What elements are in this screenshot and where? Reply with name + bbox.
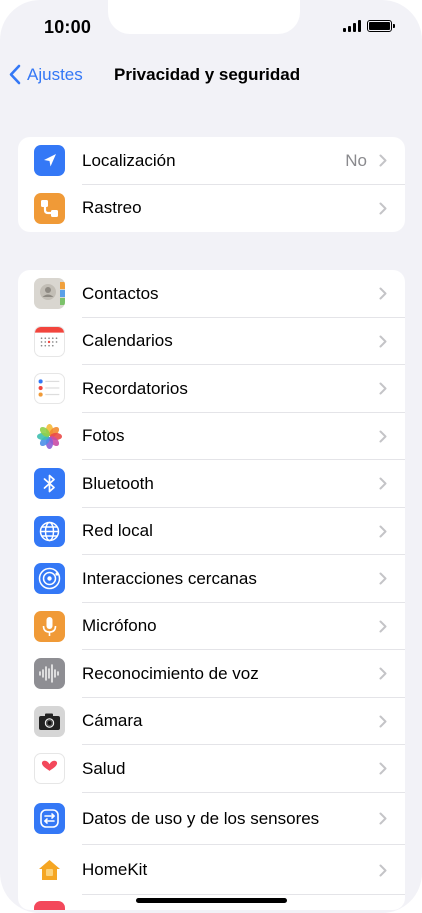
nearby-interaction-icon: [34, 563, 65, 594]
row-interacciones-cercanas[interactable]: Interacciones cercanas: [18, 555, 405, 603]
row-calendarios[interactable]: Calendarios: [18, 318, 405, 365]
chevron-right-icon: [379, 864, 387, 876]
row-label: Bluetooth: [82, 473, 154, 493]
chevron-right-icon: [379, 430, 387, 442]
chevron-right-icon: [379, 620, 387, 632]
heart-icon: [34, 753, 65, 784]
navigation-bar: Ajustes Privacidad y seguridad: [0, 60, 422, 92]
row-label: Datos de uso y de los sensores: [82, 808, 320, 828]
tracking-icon: [34, 192, 65, 224]
phone-screen: 10:00 Ajustes Privacidad y seguridad Loc…: [0, 0, 422, 913]
back-button-label: Ajustes: [27, 64, 83, 84]
row-rastreo[interactable]: Rastreo: [18, 185, 405, 233]
row-red-local[interactable]: Red local: [18, 508, 405, 555]
waveform-icon: [34, 658, 65, 689]
row-salud[interactable]: Salud: [18, 745, 405, 793]
reminders-icon: [34, 373, 65, 404]
home-icon: [34, 854, 65, 886]
row-fotos[interactable]: Fotos: [18, 413, 405, 460]
row-reconocimiento-de-voz[interactable]: Reconocimiento de voz: [18, 650, 405, 698]
row-label: Contactos: [82, 283, 159, 303]
chevron-right-icon: [379, 477, 387, 490]
row-contactos[interactable]: Contactos: [18, 270, 405, 318]
row-label: Salud: [82, 758, 126, 778]
row-datos-de-uso[interactable]: Datos de uso y de los sensores: [18, 793, 405, 845]
row-label: Recordatorios: [82, 378, 188, 398]
row-label: Rastreo: [82, 198, 142, 218]
row-homekit[interactable]: HomeKit: [18, 845, 405, 895]
chevron-left-icon: [9, 64, 21, 85]
photos-icon: [34, 420, 65, 452]
row-label: Red local: [82, 521, 153, 541]
location-arrow-icon: [34, 145, 65, 176]
row-label: Cámara: [82, 711, 143, 731]
calendar-icon: [34, 325, 65, 357]
globe-icon: [34, 515, 65, 547]
chevron-right-icon: [379, 202, 387, 214]
chevron-right-icon: [379, 812, 387, 824]
chevron-right-icon: [379, 667, 387, 680]
camera-icon: [34, 705, 65, 737]
row-value: No: [345, 150, 367, 170]
microphone-icon: [34, 610, 65, 642]
page-title: Privacidad y seguridad: [114, 65, 301, 84]
chevron-right-icon: [379, 572, 387, 585]
row-camara[interactable]: Cámara: [18, 698, 405, 745]
partial-app-icon: [34, 900, 65, 910]
status-indicators: [343, 20, 395, 32]
chevron-right-icon: [379, 287, 387, 300]
row-label: Reconocimiento de voz: [82, 663, 259, 683]
row-microfono[interactable]: Micrófono: [18, 603, 405, 650]
row-localizacion[interactable]: Localización No: [18, 137, 405, 185]
bluetooth-icon: [34, 468, 65, 499]
sensor-data-icon: [34, 802, 65, 834]
chevron-right-icon: [379, 335, 387, 347]
notch: [108, 0, 300, 34]
row-label: Micrófono: [82, 616, 157, 636]
row-label: Fotos: [82, 426, 125, 446]
settings-group-location: Localización No Rastreo: [18, 137, 405, 232]
row-label: Calendarios: [82, 331, 173, 351]
row-label: Interacciones cercanas: [82, 568, 257, 588]
settings-group-permissions: Contactos Calendarios Recordatorios Foto…: [18, 270, 405, 910]
row-label: Localización: [82, 150, 176, 170]
chevron-right-icon: [379, 525, 387, 537]
chevron-right-icon: [379, 154, 387, 167]
battery-icon: [367, 20, 395, 32]
home-indicator[interactable]: [136, 898, 287, 903]
status-time: 10:00: [44, 17, 92, 37]
row-label: HomeKit: [82, 859, 148, 879]
back-button[interactable]: Ajustes: [8, 64, 83, 85]
chevron-right-icon: [379, 715, 387, 727]
chevron-right-icon: [379, 762, 387, 775]
row-recordatorios[interactable]: Recordatorios: [18, 365, 405, 413]
contacts-icon: [34, 278, 65, 309]
cellular-signal-icon: [343, 20, 361, 32]
chevron-right-icon: [379, 382, 387, 395]
row-bluetooth[interactable]: Bluetooth: [18, 460, 405, 508]
